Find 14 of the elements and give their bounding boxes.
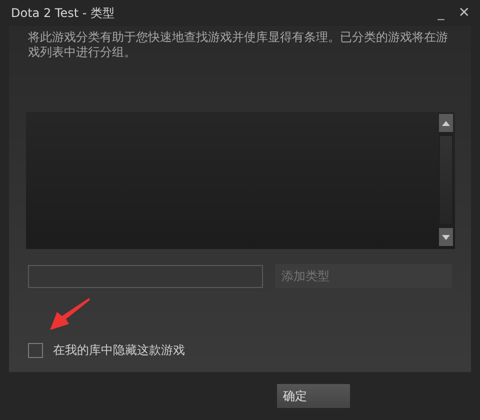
close-button[interactable]: ✕ <box>454 6 474 20</box>
category-input-field[interactable] <box>28 264 264 288</box>
minimize-button[interactable]: _ <box>434 6 448 20</box>
annotation-arrow <box>49 297 90 331</box>
description-text: 将此游戏分类有助于您快速地查找游戏并使库显得有条理。已分类的游戏将在游戏列表中进行分组。 <box>28 30 448 60</box>
ok-button[interactable]: 确定 <box>277 384 350 408</box>
up-arrow-icon <box>442 120 450 126</box>
scroll-down-button[interactable] <box>439 228 453 246</box>
scrollbar[interactable] <box>439 114 453 246</box>
scroll-up-button[interactable] <box>439 114 453 132</box>
hide-checkbox[interactable] <box>28 342 43 358</box>
down-arrow-icon <box>442 234 450 240</box>
window-title: Dota 2 Test - 类型 <box>11 5 114 22</box>
hide-game-label: 在我的库中隐藏这款游戏 <box>53 342 185 359</box>
